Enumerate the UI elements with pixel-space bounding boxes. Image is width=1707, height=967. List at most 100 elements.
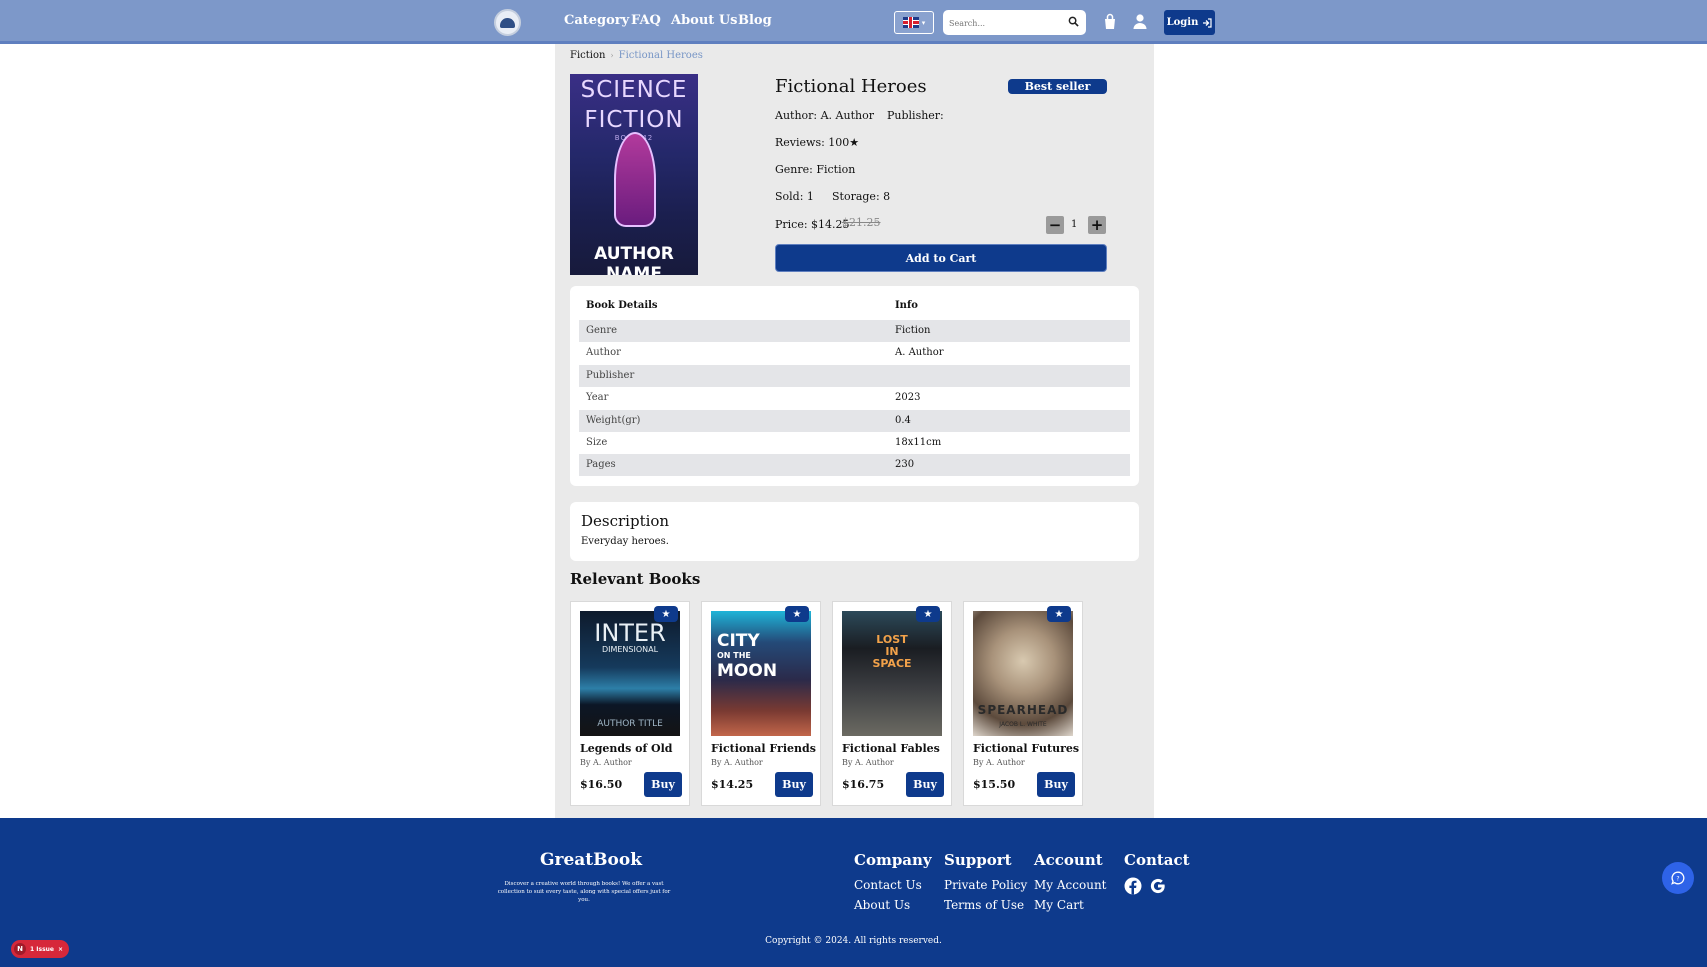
issue-indicator[interactable]: N 1 Issue ×: [11, 940, 69, 958]
book-author: Author: A. Author: [775, 109, 874, 122]
login-button[interactable]: Login: [1164, 10, 1215, 35]
rocket-illustration: [614, 132, 656, 227]
copyright: Copyright © 2024. All rights reserved.: [765, 936, 942, 946]
nav-about-us[interactable]: About Us: [671, 13, 738, 28]
book-author: By A. Author: [973, 758, 1025, 767]
description-card: [570, 502, 1139, 561]
book-genre: Genre: Fiction: [775, 163, 856, 176]
nav-faq[interactable]: FAQ: [631, 13, 661, 28]
book-sold: Sold: 1: [775, 190, 814, 203]
cover-line1: SCIENCE: [580, 77, 688, 103]
favorite-star-icon[interactable]: ★: [785, 606, 809, 622]
search-input[interactable]: [949, 12, 1059, 35]
favorite-star-icon[interactable]: ★: [1047, 606, 1071, 622]
top-navbar: Category FAQ About Us Blog ▾ Login: [0, 0, 1707, 44]
footer-company-heading: Company: [854, 851, 932, 869]
book-storage: Storage: 8: [832, 190, 891, 203]
book-name[interactable]: Fictional Friends: [711, 742, 816, 755]
footer-account-heading: Account: [1034, 851, 1103, 869]
best-seller-badge: Best seller: [1008, 79, 1107, 94]
increase-quantity-button[interactable]: +: [1088, 216, 1106, 234]
buy-button[interactable]: Buy: [906, 772, 944, 797]
nav-category[interactable]: Category: [564, 13, 629, 28]
details-value: Fiction: [895, 325, 931, 336]
facebook-icon[interactable]: [1124, 877, 1142, 895]
book-thumbnail: CITY ON THE MOON: [711, 611, 811, 736]
site-logo[interactable]: [494, 9, 521, 36]
chevron-down-icon: ▾: [921, 18, 926, 27]
book-name[interactable]: Legends of Old: [580, 742, 673, 755]
search-icon[interactable]: [1068, 16, 1079, 27]
favorite-star-icon[interactable]: ★: [916, 606, 940, 622]
details-row: Weight(gr) 0.4: [579, 409, 1130, 432]
relevant-books-heading: Relevant Books: [570, 570, 701, 588]
close-icon[interactable]: ×: [58, 946, 63, 953]
book-price: $16.75: [842, 778, 885, 791]
favorite-star-icon[interactable]: ★: [654, 606, 678, 622]
book-publisher: Publisher:: [887, 109, 944, 122]
book-name[interactable]: Fictional Futures: [973, 742, 1079, 755]
details-value: 2023: [895, 392, 921, 404]
language-selector[interactable]: ▾: [894, 11, 934, 34]
relevant-book-card[interactable]: SPEARHEAD JACOB L. WHITE ★ Fictional Fut…: [963, 601, 1083, 806]
footer-link-privacy-policy[interactable]: Private Policy: [944, 878, 1027, 892]
search-box: [943, 10, 1086, 35]
details-value: 230: [895, 459, 915, 471]
google-icon[interactable]: [1149, 877, 1167, 895]
footer-link-terms-of-use[interactable]: Terms of Use: [944, 898, 1024, 912]
relevant-book-card[interactable]: INTER DIMENSIONAL AUTHOR TITLE ★ Legends…: [570, 601, 690, 806]
shopping-bag-icon[interactable]: [1102, 13, 1118, 30]
details-header-label: Book Details: [586, 300, 658, 311]
user-icon[interactable]: [1132, 13, 1148, 30]
login-label: Login: [1166, 17, 1199, 28]
book-author: By A. Author: [580, 758, 632, 767]
issue-label: 1 Issue: [30, 945, 54, 953]
relevant-book-card[interactable]: LOST IN SPACE ★ Fictional Fables By A. A…: [832, 601, 952, 806]
buy-button[interactable]: Buy: [644, 772, 682, 797]
book-price: Price: $14.25: [775, 218, 850, 231]
details-value: A. Author: [895, 347, 944, 359]
details-row: Size 18x11cm: [579, 432, 1130, 454]
book-price: $16.50: [580, 778, 623, 791]
breadcrumb-parent[interactable]: Fiction: [570, 50, 605, 61]
reviews-text: Reviews: 100: [775, 136, 850, 149]
relevant-book-card[interactable]: CITY ON THE MOON ★ Fictional Friends By …: [701, 601, 821, 806]
sign-in-icon: [1203, 17, 1212, 28]
footer-about: Discover a creative world through books!…: [497, 881, 671, 903]
footer-link-about-us[interactable]: About Us: [854, 898, 910, 912]
book-cover: SCIENCE FICTION BOOK 42 AUTHOR NAME: [570, 74, 698, 275]
add-to-cart-button[interactable]: Add to Cart: [775, 244, 1107, 272]
details-row: Genre Fiction: [579, 320, 1130, 342]
book-thumbnail: SPEARHEAD JACOB L. WHITE: [973, 611, 1073, 736]
details-row: Author A. Author: [579, 342, 1130, 364]
nav-blog[interactable]: Blog: [738, 13, 772, 28]
thumb-line3: MOON: [717, 661, 778, 681]
thumb-line1: INTER: [594, 619, 666, 647]
book-name[interactable]: Fictional Fables: [842, 742, 940, 755]
details-key: Size: [586, 437, 608, 448]
cover-line2: FICTION: [584, 107, 684, 133]
book-thumbnail: LOST IN SPACE: [842, 611, 942, 736]
old-price: $21.25: [842, 216, 881, 229]
details-key: Genre: [586, 325, 618, 336]
footer-link-my-account[interactable]: My Account: [1034, 878, 1107, 892]
book-price: $14.25: [711, 778, 754, 791]
details-key: Year: [586, 392, 609, 404]
thumb-line3: AUTHOR TITLE: [597, 719, 663, 729]
chat-help-button[interactable]: ?: [1662, 862, 1694, 894]
decrease-quantity-button[interactable]: −: [1046, 216, 1064, 234]
details-header-info: Info: [895, 300, 918, 311]
book-price: $15.50: [973, 778, 1016, 791]
details-row: Year 2023: [579, 387, 1130, 409]
buy-button[interactable]: Buy: [1037, 772, 1075, 797]
buy-button[interactable]: Buy: [775, 772, 813, 797]
details-value: 18x11cm: [895, 437, 942, 448]
book-thumbnail: INTER DIMENSIONAL AUTHOR TITLE: [580, 611, 680, 736]
footer-link-my-cart[interactable]: My Cart: [1034, 898, 1084, 912]
book-reviews: Reviews: 100★: [775, 136, 859, 149]
chevron-right-icon: ›: [610, 51, 614, 60]
footer-link-contact-us[interactable]: Contact Us: [854, 878, 922, 892]
thumb-line3: SPACE: [872, 657, 912, 670]
description-heading: Description: [581, 512, 670, 530]
star-icon: ★: [849, 136, 860, 149]
